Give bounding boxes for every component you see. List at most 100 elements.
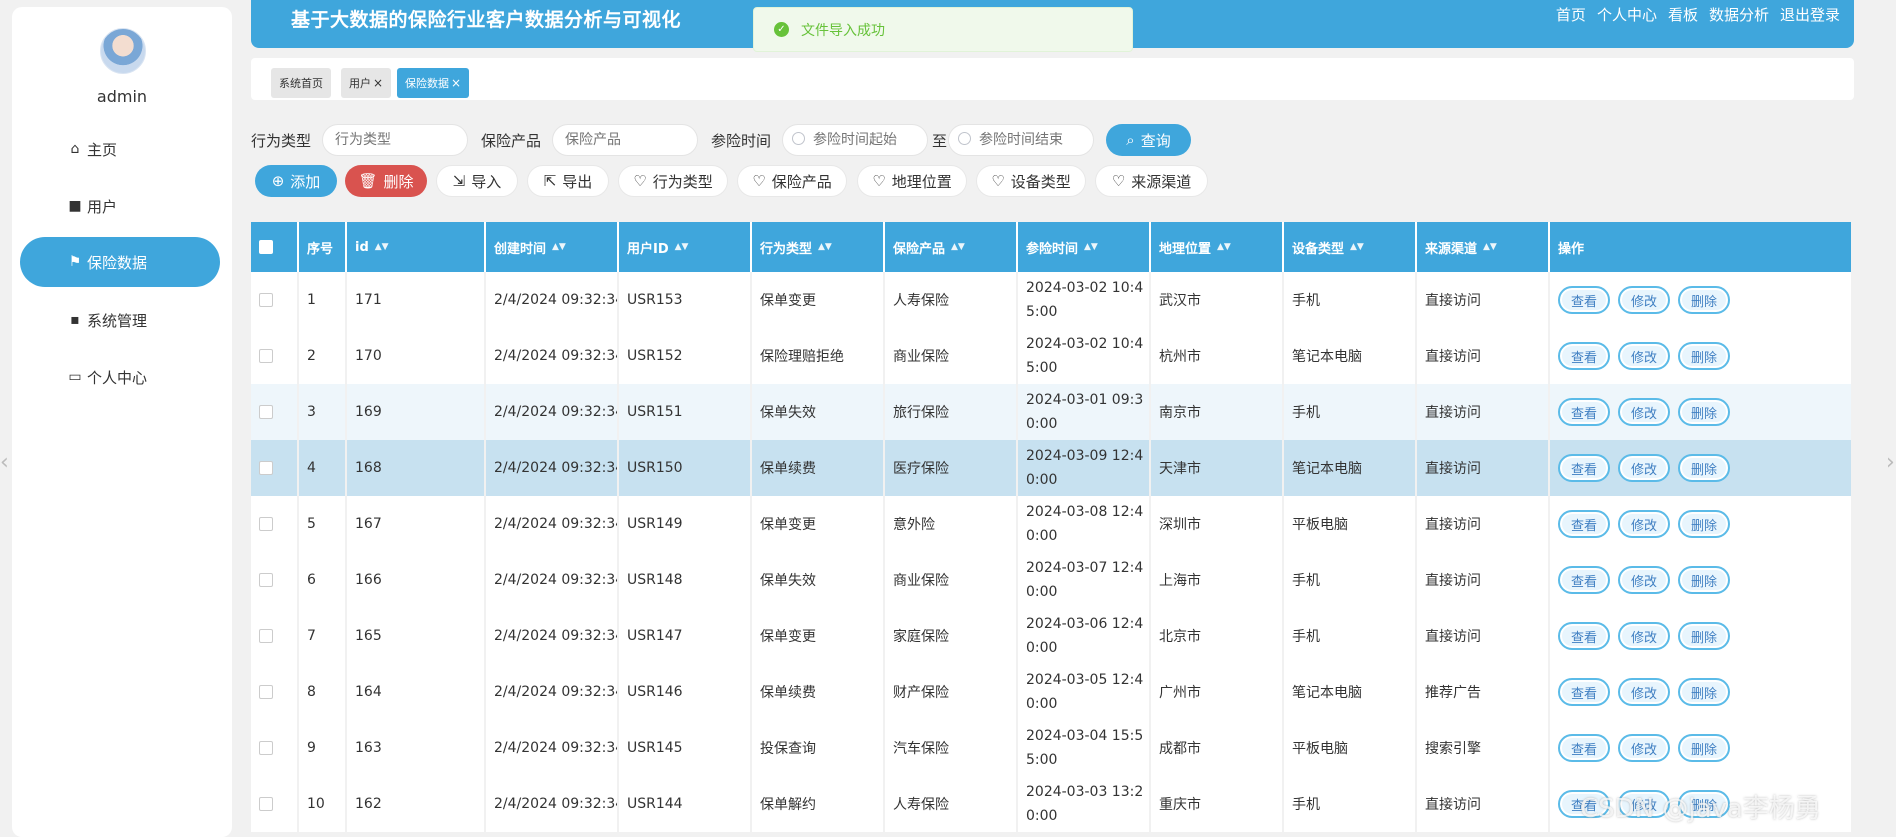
row-delete-button[interactable]: 删除 <box>1678 622 1731 650</box>
edit-button[interactable]: 修改 <box>1618 510 1671 538</box>
close-icon[interactable]: × <box>451 76 461 90</box>
row-checkbox[interactable] <box>259 517 273 531</box>
row-delete-button[interactable]: 删除 <box>1678 454 1731 482</box>
import-button[interactable]: ⇲ 导入 <box>436 165 518 197</box>
sort-icon[interactable]: ▲▼ <box>1217 242 1231 252</box>
column-header[interactable]: 保险产品 ▲▼ <box>885 222 1018 272</box>
view-button[interactable]: 查看 <box>1558 566 1611 594</box>
table-row[interactable]: 7 165 2/4/2024 09:32:34 USR147 保单变更 家庭保险 2024-… <box>251 608 1851 664</box>
chart-location-button[interactable]: ♡ 地理位置 <box>857 165 967 197</box>
nav-analysis[interactable]: 数据分析 <box>1709 4 1769 25</box>
behavior-type-input[interactable] <box>322 124 468 156</box>
table-row[interactable]: 1 171 2/4/2024 09:32:34 USR153 保单变更 人寿保险 2024-… <box>251 272 1851 328</box>
table-row[interactable]: 9 163 2/4/2024 09:32:34 USR145 投保查询 汽车保险 2024-… <box>251 720 1851 776</box>
row-delete-button[interactable]: 删除 <box>1678 342 1731 370</box>
tab-home[interactable]: 系统首页 <box>271 68 331 98</box>
row-delete-button[interactable]: 删除 <box>1678 286 1731 314</box>
row-checkbox[interactable] <box>259 461 273 475</box>
row-delete-button[interactable]: 删除 <box>1678 510 1731 538</box>
time-end-picker[interactable] <box>948 124 1094 156</box>
product-input[interactable] <box>552 124 698 156</box>
edit-button[interactable]: 修改 <box>1618 398 1671 426</box>
header-select-all[interactable] <box>251 222 299 272</box>
view-button[interactable]: 查看 <box>1558 678 1611 706</box>
view-button[interactable]: 查看 <box>1558 454 1611 482</box>
edit-button[interactable]: 修改 <box>1618 566 1671 594</box>
table-cell: 3 <box>299 384 347 440</box>
chart-channel-button[interactable]: ♡ 来源渠道 <box>1095 165 1208 197</box>
nav-home[interactable]: 首页 <box>1556 4 1586 25</box>
chevron-right-icon[interactable]: › <box>1886 450 1895 475</box>
tab-user[interactable]: 用户 × <box>341 68 392 98</box>
view-button[interactable]: 查看 <box>1558 342 1611 370</box>
tab-insurance-data[interactable]: 保险数据 × <box>397 68 470 98</box>
nav-profile[interactable]: 个人中心 <box>1597 4 1657 25</box>
row-checkbox[interactable] <box>259 293 273 307</box>
column-header[interactable]: 设备类型 ▲▼ <box>1284 222 1417 272</box>
view-button[interactable]: 查看 <box>1558 510 1611 538</box>
row-checkbox[interactable] <box>259 405 273 419</box>
row-delete-button[interactable]: 删除 <box>1678 734 1731 762</box>
sort-icon[interactable]: ▲▼ <box>951 242 965 252</box>
column-header[interactable]: 创建时间 ▲▼ <box>486 222 619 272</box>
column-header[interactable]: id ▲▼ <box>347 222 486 272</box>
row-delete-button[interactable]: 删除 <box>1678 566 1731 594</box>
edit-button[interactable]: 修改 <box>1618 622 1671 650</box>
column-header[interactable]: 来源渠道 ▲▼ <box>1417 222 1550 272</box>
table-row[interactable]: 5 167 2/4/2024 09:32:34 USR149 保单变更 意外险 2024-0… <box>251 496 1851 552</box>
edit-button[interactable]: 修改 <box>1618 734 1671 762</box>
edit-button[interactable]: 修改 <box>1618 678 1671 706</box>
table-row[interactable]: 6 166 2/4/2024 09:32:34 USR148 保单失效 商业保险 2024-… <box>251 552 1851 608</box>
add-button[interactable]: ⊕ 添加 <box>255 165 337 197</box>
chart-device-button[interactable]: ♡ 设备类型 <box>976 165 1086 197</box>
sidebar-item-home[interactable]: ⌂ 主页 <box>20 124 220 174</box>
sidebar-item-profile[interactable]: ▭ 个人中心 <box>20 352 220 402</box>
sort-icon[interactable]: ▲▼ <box>1084 242 1098 252</box>
row-checkbox[interactable] <box>259 349 273 363</box>
edit-button[interactable]: 修改 <box>1618 286 1671 314</box>
table-row[interactable]: 8 164 2/4/2024 09:32:34 USR146 保单续费 财产保险 2024-… <box>251 664 1851 720</box>
sidebar-item-user[interactable]: ■ 用户 <box>20 181 220 231</box>
username-label: admin <box>96 87 148 106</box>
close-icon[interactable]: × <box>373 76 383 90</box>
query-button[interactable]: ⌕ 查询 <box>1106 124 1191 156</box>
sidebar-item-system[interactable]: ▪ 系统管理 <box>20 295 220 345</box>
nav-logout[interactable]: 退出登录 <box>1780 4 1840 25</box>
table-row[interactable]: 3 169 2/4/2024 09:32:34 USR151 保单失效 旅行保险 2024-… <box>251 384 1851 440</box>
row-delete-button[interactable]: 删除 <box>1678 398 1731 426</box>
row-checkbox[interactable] <box>259 685 273 699</box>
row-checkbox[interactable] <box>259 629 273 643</box>
chevron-left-icon[interactable]: ‹ <box>0 450 9 475</box>
sort-icon[interactable]: ▲▼ <box>675 242 689 252</box>
time-start-picker[interactable] <box>782 124 928 156</box>
nav-dashboard[interactable]: 看板 <box>1668 4 1698 25</box>
sidebar-item-insurance-data[interactable]: ⚑ 保险数据 <box>20 237 220 287</box>
column-header[interactable]: 用户ID ▲▼ <box>619 222 752 272</box>
chart-behavior-button[interactable]: ♡ 行为类型 <box>618 165 728 197</box>
sort-icon[interactable]: ▲▼ <box>1350 242 1364 252</box>
view-button[interactable]: 查看 <box>1558 734 1611 762</box>
export-button[interactable]: ⇱ 导出 <box>527 165 609 197</box>
column-header[interactable]: 参险时间 ▲▼ <box>1018 222 1151 272</box>
sort-icon[interactable]: ▲▼ <box>552 242 566 252</box>
avatar[interactable] <box>100 28 146 74</box>
table-row[interactable]: 2 170 2/4/2024 09:32:34 USR152 保险理赔拒绝 商业保险 202… <box>251 328 1851 384</box>
select-all-checkbox[interactable] <box>259 240 273 254</box>
edit-button[interactable]: 修改 <box>1618 454 1671 482</box>
chart-product-button[interactable]: ♡ 保险产品 <box>737 165 847 197</box>
edit-button[interactable]: 修改 <box>1618 342 1671 370</box>
row-checkbox[interactable] <box>259 797 273 811</box>
sort-icon[interactable]: ▲▼ <box>375 242 389 252</box>
sort-icon[interactable]: ▲▼ <box>1483 242 1497 252</box>
row-delete-button[interactable]: 删除 <box>1678 678 1731 706</box>
row-checkbox[interactable] <box>259 573 273 587</box>
sort-icon[interactable]: ▲▼ <box>818 242 832 252</box>
column-header[interactable]: 地理位置 ▲▼ <box>1151 222 1284 272</box>
delete-button[interactable]: 🗑 删除 <box>345 165 427 197</box>
table-row[interactable]: 4 168 2/4/2024 09:32:34 USR150 保单续费 医疗保险 2024-… <box>251 440 1851 496</box>
row-checkbox[interactable] <box>259 741 273 755</box>
view-button[interactable]: 查看 <box>1558 398 1611 426</box>
view-button[interactable]: 查看 <box>1558 622 1611 650</box>
column-header[interactable]: 行为类型 ▲▼ <box>752 222 885 272</box>
view-button[interactable]: 查看 <box>1558 286 1611 314</box>
